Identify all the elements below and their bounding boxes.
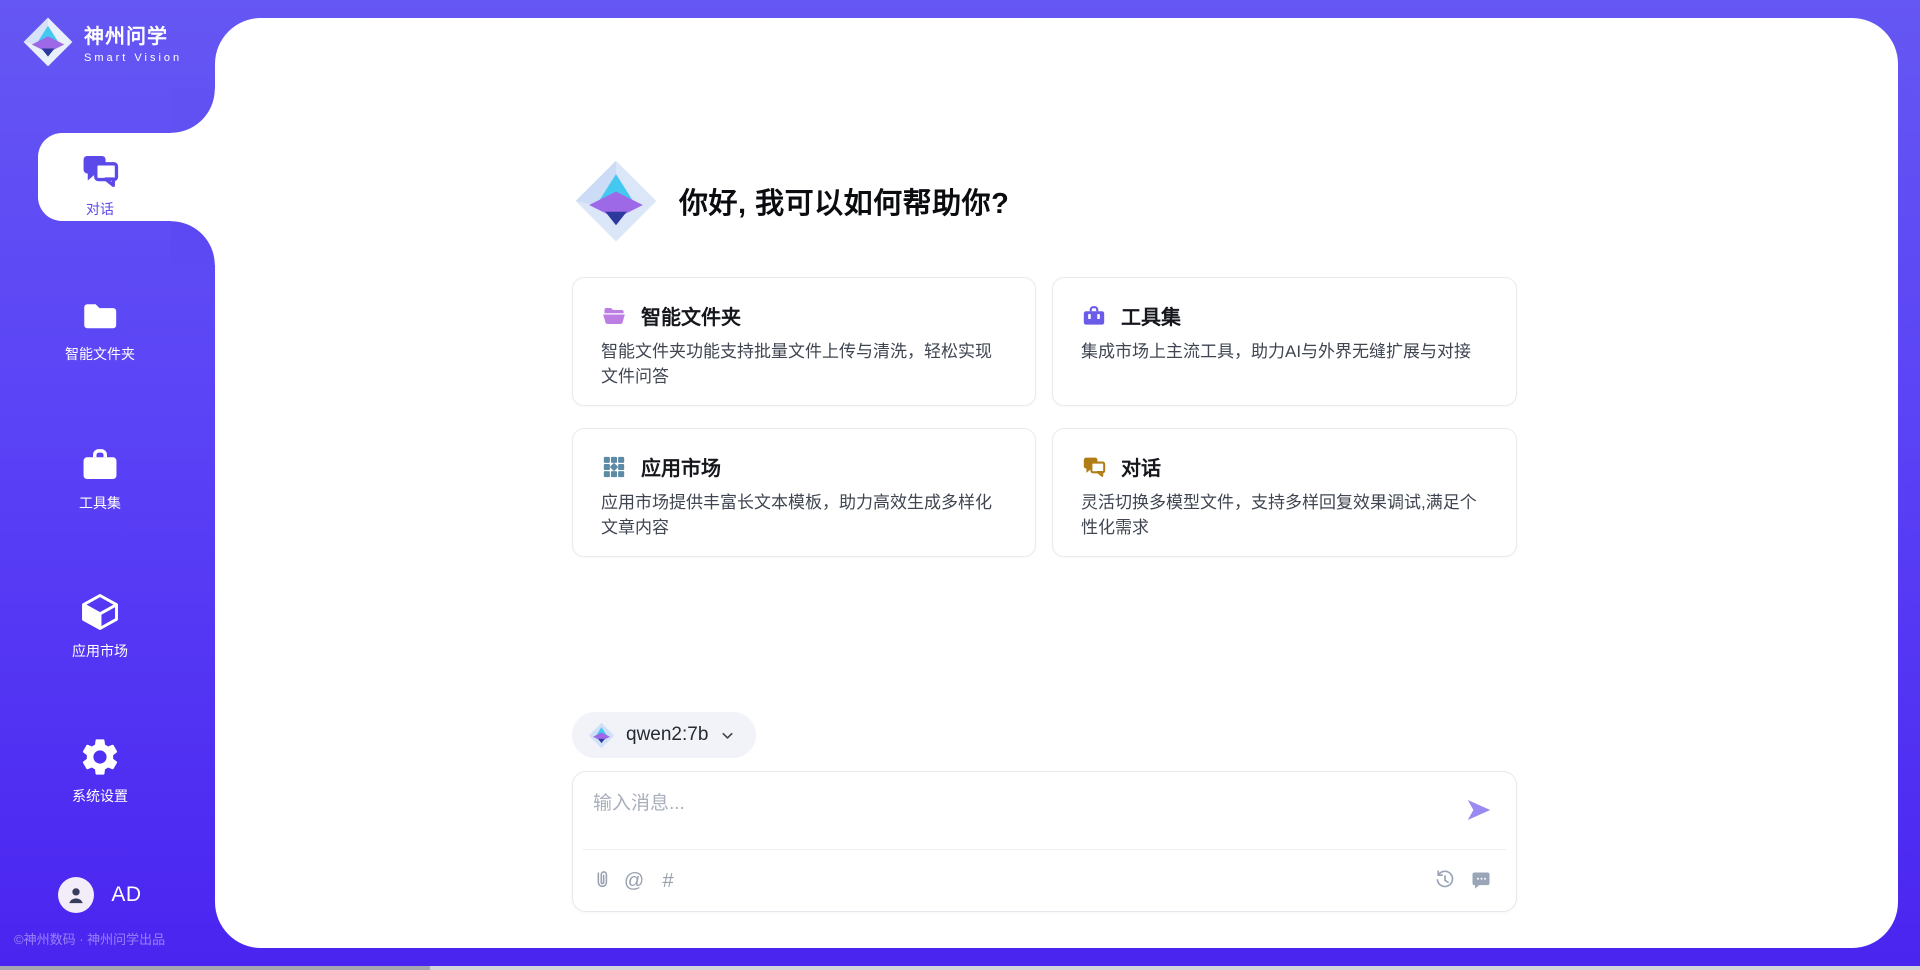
chat-icon <box>1081 454 1107 480</box>
feedback-button[interactable] <box>1468 868 1494 894</box>
model-diamond-icon <box>588 722 615 749</box>
history-icon <box>1433 868 1457 892</box>
card-header: 应用市场 <box>601 452 1007 481</box>
chat-bubble-icon <box>1469 868 1493 892</box>
active-tab-scoop-bottom <box>171 221 215 265</box>
card-toolbox[interactable]: 工具集 集成市场上主流工具，助力AI与外界无缝扩展与对接 <box>1052 277 1517 406</box>
cube-icon <box>78 590 122 634</box>
person-icon <box>65 884 87 906</box>
brand-text: 神州问学 Smart Vision <box>84 20 182 64</box>
card-title: 对话 <box>1121 452 1161 481</box>
user-initials: AD <box>111 883 141 907</box>
hashtag-button[interactable]: # <box>655 868 681 894</box>
brand-name: 神州问学 <box>84 20 182 49</box>
card-description: 灵活切换多模型文件，支持多样回复效果调试,满足个性化需求 <box>1081 490 1488 540</box>
send-button[interactable] <box>1464 795 1494 825</box>
brand-diamond-icon <box>22 16 74 68</box>
composer-toolbar: @ # <box>573 850 1516 911</box>
assistant-diamond-icon <box>573 158 659 244</box>
toolbox-icon <box>79 444 121 486</box>
brand-subtitle: Smart Vision <box>84 52 182 64</box>
card-description: 智能文件夹功能支持批量文件上传与清洗，轻松实现文件问答 <box>601 339 1007 389</box>
sidebar-item-settings[interactable]: 系统设置 <box>0 723 200 815</box>
avatar <box>58 877 94 913</box>
card-title: 工具集 <box>1121 301 1181 330</box>
chat-icon <box>79 150 121 192</box>
card-app-market[interactable]: 应用市场 应用市场提供丰富长文本模板，助力高效生成多样化文章内容 <box>572 428 1036 557</box>
sidebar-item-smart-folder[interactable]: 智能文件夹 <box>0 283 200 375</box>
sidebar: 神州问学 Smart Vision 对话 智能文件夹 <box>0 0 215 970</box>
at-icon: @ <box>624 870 644 892</box>
folder-open-icon <box>601 303 627 329</box>
feature-cards: 智能文件夹 智能文件夹功能支持批量文件上传与清洗，轻松实现文件问答 工具集 集成… <box>572 277 1517 557</box>
mention-button[interactable]: @ <box>621 868 647 894</box>
sidebar-item-label: 应用市场 <box>72 641 128 661</box>
send-icon <box>1464 795 1494 825</box>
sidebar-item-label: 工具集 <box>79 493 121 513</box>
sidebar-item-label: 智能文件夹 <box>65 344 135 364</box>
greeting-heading: 你好, 我可以如何帮助你? <box>679 180 1009 222</box>
sidebar-item-label: 系统设置 <box>72 786 128 806</box>
card-title: 应用市场 <box>641 452 721 481</box>
paperclip-icon <box>591 868 613 892</box>
scrollbar-thumb[interactable] <box>0 966 430 970</box>
chevron-down-icon <box>719 727 736 744</box>
card-header: 对话 <box>1081 452 1488 481</box>
attach-button[interactable] <box>589 868 615 894</box>
message-input[interactable] <box>573 772 1516 844</box>
card-title: 智能文件夹 <box>641 301 741 330</box>
user-profile[interactable]: AD <box>0 872 200 918</box>
card-header: 智能文件夹 <box>601 301 1007 330</box>
sidebar-item-toolbox[interactable]: 工具集 <box>0 432 200 524</box>
gear-icon <box>78 735 122 779</box>
sidebar-footer: ©神州数码 · 神州问学出品 <box>14 929 214 948</box>
folder-icon <box>79 295 121 337</box>
toolbox-icon <box>1081 303 1107 329</box>
active-tab-scoop-top <box>171 89 215 133</box>
card-description: 应用市场提供丰富长文本模板，助力高效生成多样化文章内容 <box>601 490 1007 540</box>
model-name: qwen2:7b <box>626 724 708 746</box>
brand: 神州问学 Smart Vision <box>22 16 182 68</box>
main-panel: 你好, 我可以如何帮助你? 智能文件夹 智能文件夹功能支持批量文件上传与清洗，轻… <box>215 18 1898 948</box>
grid-icon <box>601 454 627 480</box>
card-chat[interactable]: 对话 灵活切换多模型文件，支持多样回复效果调试,满足个性化需求 <box>1052 428 1517 557</box>
sidebar-item-label: 对话 <box>86 199 114 219</box>
greeting-section: 你好, 我可以如何帮助你? <box>573 158 1009 244</box>
model-selector[interactable]: qwen2:7b <box>572 712 756 758</box>
history-button[interactable] <box>1432 868 1458 894</box>
card-smart-folder[interactable]: 智能文件夹 智能文件夹功能支持批量文件上传与清洗，轻松实现文件问答 <box>572 277 1036 406</box>
sidebar-item-chat[interactable]: 对话 <box>0 133 200 221</box>
hash-icon: # <box>662 870 673 892</box>
card-description: 集成市场上主流工具，助力AI与外界无缝扩展与对接 <box>1081 339 1488 364</box>
active-tab-background <box>38 133 215 221</box>
horizontal-scrollbar[interactable] <box>0 966 1920 970</box>
card-header: 工具集 <box>1081 301 1488 330</box>
composer: @ # <box>572 771 1517 912</box>
sidebar-item-app-market[interactable]: 应用市场 <box>0 578 200 670</box>
